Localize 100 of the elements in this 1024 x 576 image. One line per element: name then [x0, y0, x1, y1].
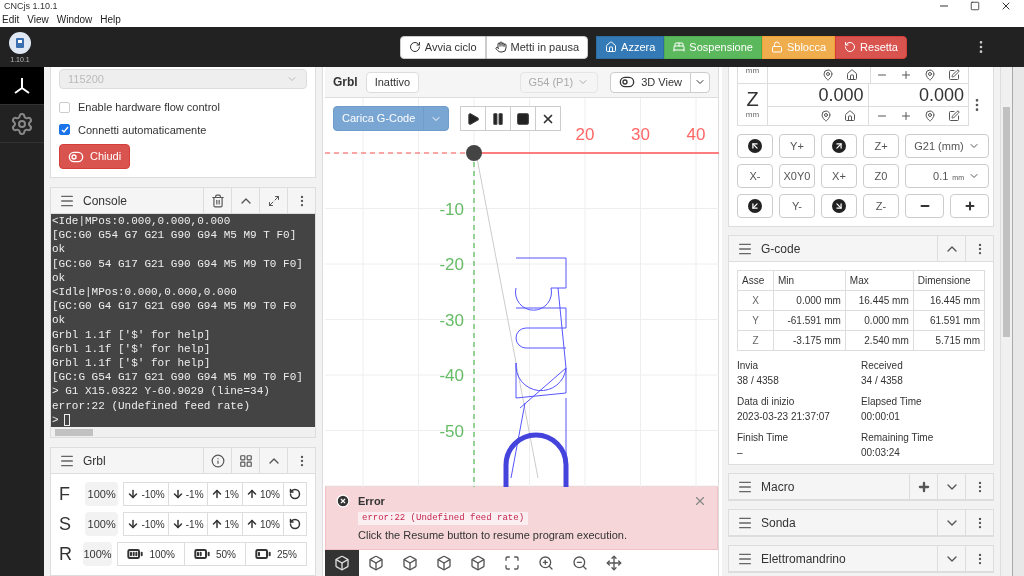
console-line: > G1 X15.0322 Y-60.9029 (line=34): [52, 384, 270, 399]
jog-button[interactable]: Y-: [779, 194, 815, 218]
jog-button[interactable]: X-: [737, 164, 773, 188]
toolbar-button[interactable]: Resetta: [835, 35, 907, 59]
override-button[interactable]: -1%: [167, 482, 208, 506]
sidebar-item[interactable]: [0, 67, 44, 105]
play-button[interactable]: [460, 106, 487, 131]
override-button[interactable]: -10%: [123, 512, 169, 536]
horizontal-scrollbar[interactable]: [51, 427, 315, 437]
step-increase-button[interactable]: [950, 194, 989, 218]
load-dropdown-button[interactable]: [423, 106, 450, 131]
stop-button[interactable]: [510, 106, 537, 131]
toolbar-button[interactable]: Metti in pausa: [485, 35, 589, 59]
menu-item[interactable]: Window: [56, 12, 93, 27]
panel-title: Console: [83, 192, 128, 210]
pin-icon[interactable]: [924, 110, 936, 122]
pin-icon[interactable]: [924, 69, 936, 81]
jog-button[interactable]: X0Y0: [779, 164, 815, 188]
units-select[interactable]: G21 (mm): [905, 134, 989, 158]
close-icon[interactable]: [1000, 0, 1012, 12]
pin-icon[interactable]: [821, 69, 834, 81]
override-button[interactable]: 100%: [117, 542, 185, 566]
checkbox-label: Connetti automaticamente: [78, 122, 207, 138]
plus-icon[interactable]: [900, 69, 912, 81]
console-line: ok: [52, 242, 66, 257]
console-line: [GC:G0 G54 G7 G21 G90 G94 M5 M9 T F0]: [52, 228, 297, 243]
override-button[interactable]: 10%: [242, 482, 284, 506]
override-button[interactable]: -10%: [123, 482, 169, 506]
cube-icon: [470, 555, 486, 571]
table-cell: -3.175 mm: [773, 330, 846, 351]
view-button[interactable]: 3D View: [610, 71, 691, 93]
jog-button[interactable]: X+: [821, 164, 857, 188]
top-view-button[interactable]: [325, 550, 359, 576]
override-button[interactable]: 50%: [183, 542, 246, 566]
override-value: 100%: [84, 512, 119, 536]
home-icon: [605, 41, 618, 53]
override-button[interactable]: 1%: [206, 482, 243, 506]
pin-icon[interactable]: [819, 110, 832, 122]
menu-item[interactable]: Edit: [2, 12, 20, 27]
checkbox[interactable]: [59, 101, 70, 113]
text-cursor: [63, 413, 70, 426]
info-icon: [210, 453, 225, 468]
stat-value: –: [737, 446, 744, 460]
arrow-up-icon: [246, 488, 258, 500]
battery-icon: [127, 546, 144, 562]
override-button[interactable]: 25%: [245, 542, 307, 566]
grid-icon: [238, 453, 253, 468]
stat-label: Received: [861, 359, 904, 373]
toolbar-button[interactable]: Avvia ciclo: [399, 35, 486, 59]
arrow-up-icon: [210, 518, 223, 530]
close-button[interactable]: [535, 106, 562, 131]
plus-icon: [963, 200, 976, 212]
jog-diagonal-button[interactable]: [821, 134, 857, 158]
stat-label: Invia: [737, 359, 760, 373]
home-icon[interactable]: [843, 110, 856, 122]
y-tick-label: -30: [439, 310, 464, 330]
home-icon[interactable]: [845, 69, 858, 81]
stat-value: 34 / 4358: [861, 374, 904, 388]
override-button[interactable]: -1%: [167, 512, 208, 536]
override-button[interactable]: 1%: [206, 512, 243, 536]
table-header: Max: [845, 270, 914, 291]
jog-diagonal-button[interactable]: [737, 134, 773, 158]
cube-icon: [436, 555, 452, 571]
undo-icon: [289, 488, 301, 500]
arrow-down-icon: [127, 518, 140, 530]
app-logo[interactable]: [9, 31, 31, 54]
edit-icon[interactable]: [948, 69, 960, 81]
undo-icon: [289, 518, 301, 530]
menu-item[interactable]: View: [27, 12, 49, 27]
jog-button[interactable]: Z-: [863, 194, 899, 218]
arrow-up-icon: [210, 488, 223, 500]
vertical-scrollbar[interactable]: [1000, 67, 1012, 576]
table-cell: 16.445 mm: [913, 290, 985, 311]
plus-icon[interactable]: [900, 110, 912, 122]
console-line: >: [52, 412, 59, 427]
pause-button[interactable]: [485, 106, 512, 131]
stop-icon: [516, 111, 531, 126]
override-axis: R: [59, 545, 73, 563]
panel-title: Grbl: [83, 452, 106, 470]
close-connection-button[interactable]: Chiudi: [59, 144, 131, 169]
move-icon: [606, 555, 622, 571]
reset-button[interactable]: [283, 512, 307, 536]
expand-icon: [267, 194, 280, 207]
table-header: Asse: [737, 270, 774, 291]
toolbar-button[interactable]: Azzera: [596, 35, 665, 59]
table-cell: 2.540 mm: [845, 330, 914, 351]
jog-button[interactable]: Z0: [863, 164, 899, 188]
menu-item[interactable]: Help: [100, 12, 121, 27]
override-button[interactable]: 10%: [242, 512, 284, 536]
machine-position: 0.000: [768, 84, 868, 107]
jog-diagonal-button[interactable]: [737, 194, 773, 218]
jog-diagonal-button[interactable]: [821, 194, 857, 218]
jog-button[interactable]: Z+: [863, 134, 899, 158]
pause-icon: [491, 111, 506, 126]
arrow-down-icon: [171, 518, 184, 530]
maximize-icon[interactable]: [970, 1, 980, 11]
edit-icon[interactable]: [948, 110, 960, 122]
checkbox[interactable]: [59, 124, 70, 136]
jog-button[interactable]: Y+: [779, 134, 815, 158]
reset-button[interactable]: [283, 482, 307, 506]
